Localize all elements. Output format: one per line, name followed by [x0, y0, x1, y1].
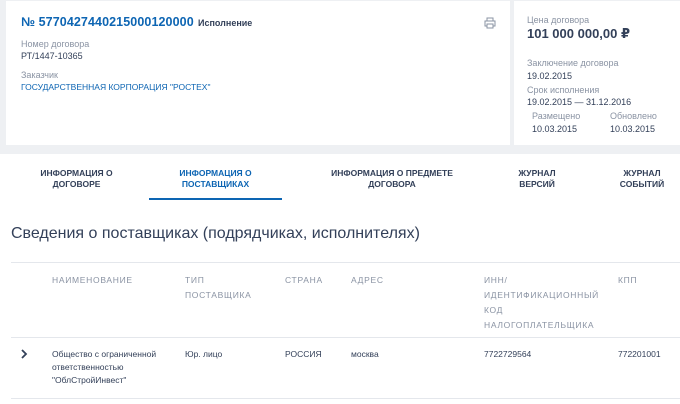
tab-subject-info[interactable]: ИНФОРМАЦИЯ О ПРЕДМЕТЕ ДОГОВОРА	[318, 168, 466, 190]
term-label: Срок исполнения	[527, 85, 600, 95]
term-value: 19.02.2015 — 31.12.2016	[527, 97, 632, 107]
supplier-kpp: 772201001	[618, 349, 661, 359]
tab-events-log[interactable]: ЖУРНАЛ СОБЫТИЙ	[612, 168, 672, 190]
supplier-inn: 7722729564	[484, 349, 532, 359]
header-country: СТРАНА	[285, 275, 323, 285]
contract-summary-card: Цена договора 101 000 000,00 ₽ Заключени…	[514, 1, 680, 145]
header-inn: ИНН/ ИДЕНТИФИКАЦИОННЫЙ КОД НАЛОГОПЛАТЕЛЬ…	[484, 275, 599, 330]
updated-value: 10.03.2015	[610, 124, 656, 134]
table-top-divider	[11, 262, 680, 263]
conclusion-value: 19.02.2015	[527, 71, 573, 81]
placed-value: 10.03.2015	[532, 124, 578, 134]
printer-icon[interactable]	[484, 17, 496, 29]
tab-supplier-info[interactable]: ИНФОРМАЦИЯ О ПОСТАВЩИКАХ	[149, 168, 282, 190]
header-divider	[11, 337, 680, 338]
supplier-address: москва	[351, 349, 379, 359]
row-divider	[11, 398, 680, 399]
header-type: ТИП ПОСТАВЩИКА	[185, 275, 252, 300]
contract-info-card: № 5770427440215000120000 Исполнение Номе…	[6, 1, 510, 145]
supplier-country: РОССИЯ	[285, 349, 322, 359]
active-tab-indicator	[149, 198, 282, 200]
updated-label: Обновлено	[610, 111, 657, 121]
customer-link[interactable]: ГОСУДАРСТВЕННАЯ КОРПОРАЦИЯ "РОСТЕХ"	[21, 82, 211, 92]
placed-label: Размещено	[532, 111, 581, 121]
tab-bar: ИНФОРМАЦИЯ О ДОГОВОРЕ ИНФОРМАЦИЯ О ПОСТА…	[0, 154, 680, 200]
contract-header-area: № 5770427440215000120000 Исполнение Номе…	[0, 0, 680, 154]
price-label: Цена договора	[527, 15, 590, 25]
contract-number-title[interactable]: № 5770427440215000120000	[21, 15, 194, 29]
tab-contract-info[interactable]: ИНФОРМАЦИЯ О ДОГОВОРЕ	[20, 168, 133, 190]
chevron-right-icon[interactable]	[19, 348, 29, 360]
header-name: НАИМЕНОВАНИЕ	[52, 275, 133, 285]
section-title: Сведения о поставщиках (подрядчиках, исп…	[11, 225, 420, 242]
supplier-name: Общество с ограниченной ответственностью…	[52, 349, 157, 385]
header-address: АДРЕС	[351, 275, 384, 285]
price-value: 101 000 000,00 ₽	[527, 26, 631, 41]
contract-number-value: РТ/1447-10365	[21, 51, 83, 61]
contract-number-label: Номер договора	[21, 39, 90, 49]
supplier-type: Юр. лицо	[185, 349, 223, 359]
conclusion-label: Заключение договора	[527, 58, 619, 68]
tab-versions-log[interactable]: ЖУРНАЛ ВЕРСИЙ	[507, 168, 567, 190]
customer-label: Заказчик	[21, 70, 58, 80]
contract-status: Исполнение	[198, 18, 253, 28]
header-kpp: КПП	[618, 275, 638, 285]
